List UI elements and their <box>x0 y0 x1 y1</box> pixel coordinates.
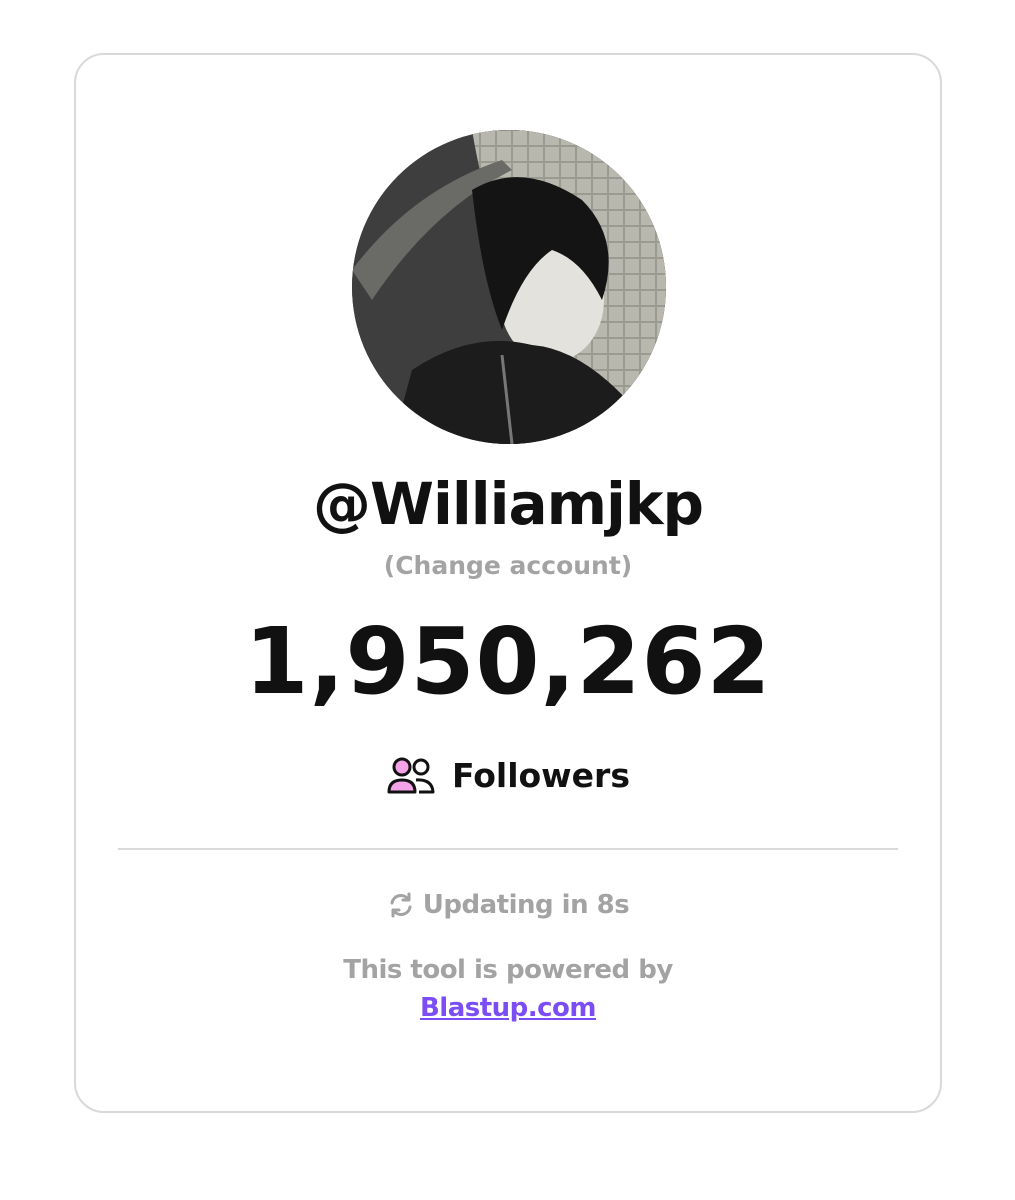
updating-text: Updating in 8s <box>422 890 630 920</box>
refresh-icon <box>387 891 415 919</box>
username: @Williamjkp <box>312 470 704 538</box>
avatar <box>352 130 666 444</box>
followers-row: Followers <box>76 753 940 797</box>
divider <box>118 848 898 850</box>
followers-label: Followers <box>452 755 630 795</box>
blastup-link-container: Blastup.com <box>76 993 940 1023</box>
counter-card: @Williamjkp (Change account) 1,950,262 F… <box>74 53 942 1113</box>
change-account-link[interactable]: (Change account) <box>76 551 940 580</box>
users-icon <box>386 754 436 796</box>
blastup-link[interactable]: Blastup.com <box>420 993 597 1023</box>
update-status: Updating in 8s <box>76 885 940 925</box>
powered-by-text: This tool is powered by <box>343 955 673 985</box>
follower-count: 1,950,262 <box>244 608 772 715</box>
